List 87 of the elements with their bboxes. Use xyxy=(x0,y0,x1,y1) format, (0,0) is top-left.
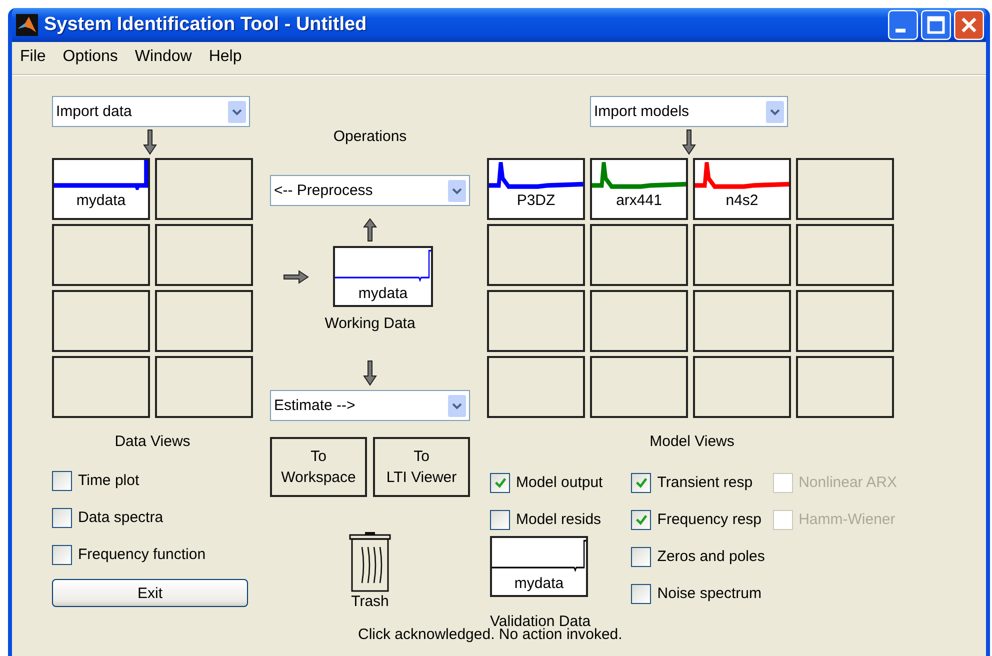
import-models-dropdown[interactable]: Import models xyxy=(590,96,788,127)
chevron-icon xyxy=(448,394,466,416)
empty-board[interactable] xyxy=(487,356,585,418)
export-button[interactable]: To Workspace xyxy=(270,437,367,497)
preprocess-dropdown[interactable]: <-- Preprocess xyxy=(270,175,470,206)
checkbox-label: Frequency function xyxy=(78,546,206,563)
down-arrow-icon xyxy=(363,360,377,386)
checkbox-label: Frequency resp xyxy=(657,511,762,528)
trash-label: Trash xyxy=(351,593,389,610)
empty-board[interactable] xyxy=(487,290,585,352)
empty-board[interactable] xyxy=(52,224,150,286)
model-board[interactable]: n4s2 xyxy=(693,158,791,220)
board-label: P3DZ xyxy=(516,191,556,211)
checkbox-label: Noise spectrum xyxy=(657,585,762,602)
model-board[interactable]: arx441 xyxy=(590,158,688,220)
empty-board[interactable] xyxy=(796,290,894,352)
menu-item[interactable]: Options xyxy=(62,48,118,68)
empty-board[interactable] xyxy=(796,224,894,286)
down-arrow-icon xyxy=(682,129,696,155)
checkbox[interactable] xyxy=(631,546,652,566)
data-board[interactable]: mydata xyxy=(52,158,150,220)
empty-board[interactable] xyxy=(155,356,253,418)
checkbox[interactable] xyxy=(490,510,510,530)
checkbox[interactable] xyxy=(631,584,652,604)
checkbox-label: Model output xyxy=(516,474,603,491)
empty-board[interactable] xyxy=(590,290,688,352)
checkbox[interactable] xyxy=(631,472,652,492)
check-icon xyxy=(492,475,508,490)
checkbox-label: Time plot xyxy=(78,472,140,489)
checkbox[interactable] xyxy=(52,544,72,564)
empty-board[interactable] xyxy=(590,224,688,286)
chevron-icon xyxy=(228,100,246,122)
estimate-dropdown[interactable]: Estimate --> xyxy=(270,390,470,421)
minimize-icon[interactable] xyxy=(888,10,918,40)
checkbox-label: Hamm-Wiener xyxy=(798,511,896,528)
checkbox[interactable] xyxy=(52,470,72,490)
model-board[interactable]: P3DZ xyxy=(487,158,585,220)
up-arrow-icon xyxy=(363,218,377,242)
window-title: System Identification Tool - Untitled xyxy=(44,14,368,36)
empty-board[interactable] xyxy=(693,290,791,352)
menu-item[interactable]: File xyxy=(20,48,46,68)
menu-item[interactable]: Window xyxy=(134,48,192,68)
working-data-board[interactable]: mydata xyxy=(333,246,433,307)
empty-board[interactable] xyxy=(693,224,791,286)
chevron-icon xyxy=(448,180,466,202)
trash-icon[interactable] xyxy=(348,531,392,593)
menu-item[interactable]: Help xyxy=(208,48,242,68)
close-icon[interactable] xyxy=(954,10,984,40)
empty-board[interactable] xyxy=(155,290,253,352)
board-label: mydata xyxy=(513,574,565,594)
empty-board[interactable] xyxy=(693,356,791,418)
section-title: Data Views xyxy=(114,433,192,450)
checkbox[interactable] xyxy=(490,472,510,492)
section-title: Operations xyxy=(333,128,407,145)
empty-board[interactable] xyxy=(796,356,894,418)
board-label: mydata xyxy=(357,284,409,304)
right-arrow-icon xyxy=(283,270,309,284)
empty-board[interactable] xyxy=(796,158,894,220)
chevron-icon xyxy=(766,100,784,122)
check-icon xyxy=(634,475,649,490)
maximize-icon[interactable] xyxy=(921,10,951,40)
checkbox[interactable] xyxy=(52,508,72,528)
checkbox-label: Data spectra xyxy=(78,509,164,526)
empty-board[interactable] xyxy=(590,356,688,418)
exit-button[interactable]: Exit xyxy=(52,579,248,607)
down-arrow-icon xyxy=(143,129,157,155)
checkbox-label: Zeros and poles xyxy=(657,548,765,565)
validation-data-board[interactable]: mydata xyxy=(490,536,588,597)
import-data-dropdown[interactable]: Import data xyxy=(52,96,250,127)
export-button[interactable]: To LTI Viewer xyxy=(373,437,470,497)
board-label: mydata xyxy=(75,191,127,211)
empty-board[interactable] xyxy=(52,290,150,352)
empty-board[interactable] xyxy=(487,224,585,286)
status-text: Click acknowledged. No action invoked. xyxy=(358,626,622,643)
checkbox[interactable] xyxy=(631,510,652,530)
logo-icon xyxy=(16,14,38,36)
empty-board[interactable] xyxy=(155,224,253,286)
board-label: n4s2 xyxy=(724,191,760,211)
board-caption: Working Data xyxy=(324,315,416,332)
section-title: Model Views xyxy=(648,433,736,450)
checkbox-label: Model resids xyxy=(516,511,602,528)
checkbox-label: Transient resp xyxy=(657,474,753,491)
empty-board[interactable] xyxy=(52,356,150,418)
board-label: arx441 xyxy=(615,191,663,211)
checkbox-label: Nonlinear ARX xyxy=(798,474,897,491)
empty-board[interactable] xyxy=(155,158,253,220)
check-icon xyxy=(634,512,649,527)
